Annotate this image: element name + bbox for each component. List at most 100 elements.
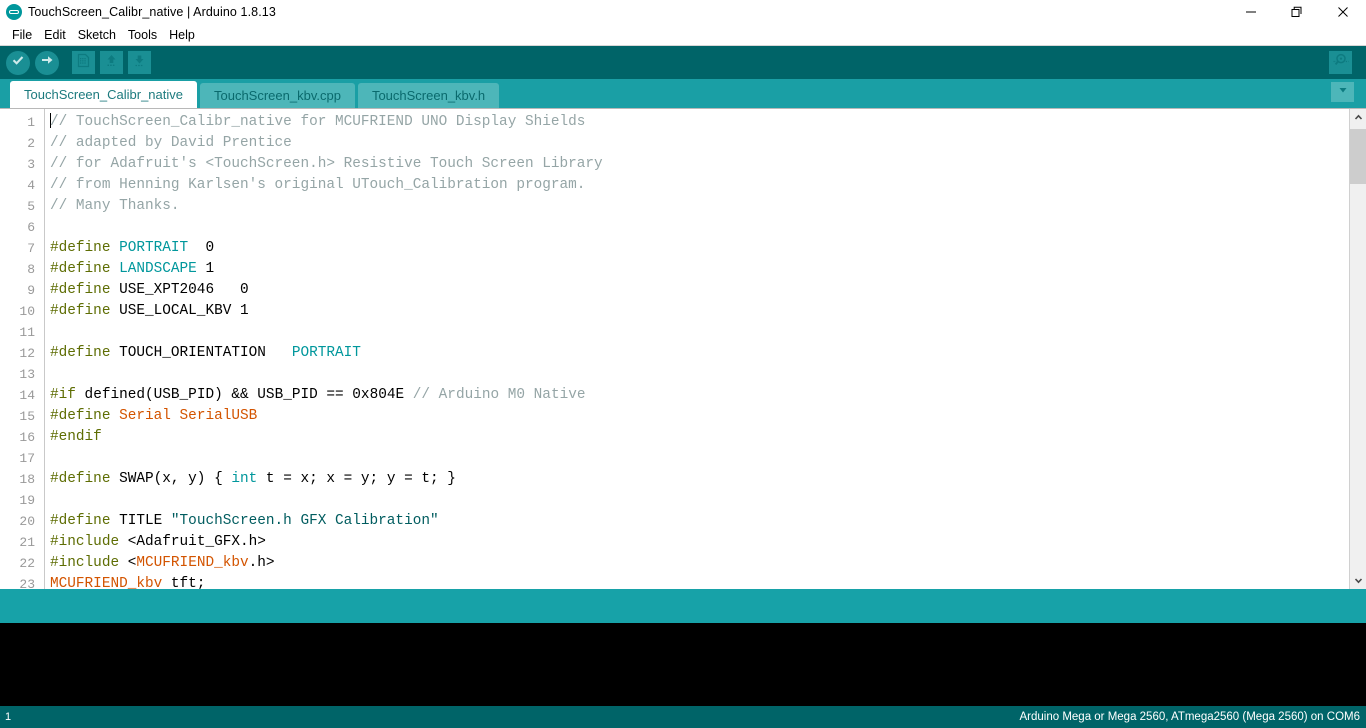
scroll-up-button[interactable] [1350, 109, 1366, 126]
arduino-ide-window: TouchScreen_Calibr_native | Arduino 1.8.… [0, 0, 1366, 728]
code-token: TOUCH_ORIENTATION [110, 345, 292, 361]
arrow-up-icon [104, 53, 119, 73]
chevron-down-icon [1337, 83, 1349, 101]
line-number: 18 [19, 472, 35, 487]
line-number: 14 [19, 388, 35, 403]
scroll-down-button[interactable] [1350, 572, 1366, 589]
code-line: // for Adafruit's <TouchScreen.h> Resist… [50, 154, 1349, 175]
title-bar: TouchScreen_Calibr_native | Arduino 1.8.… [0, 0, 1366, 24]
tab-label: TouchScreen_kbv.cpp [213, 88, 341, 103]
code-token: SWAP(x, y) { [110, 471, 232, 487]
code-line: #include <MCUFRIEND_kbv.h> [50, 553, 1349, 574]
line-number: 7 [27, 241, 35, 256]
check-icon [10, 52, 26, 73]
code-line: #define LANDSCAPE 1 [50, 259, 1349, 280]
code-line: #define Serial SerialUSB [50, 406, 1349, 427]
board-port-info: Arduino Mega or Mega 2560, ATmega2560 (M… [1019, 711, 1360, 723]
code-line: // Many Thanks. [50, 196, 1349, 217]
line-number: 10 [19, 304, 35, 319]
new-document-icon [76, 53, 91, 73]
minimize-icon[interactable] [1228, 0, 1274, 24]
code-token: 0 [188, 240, 215, 256]
open-button[interactable] [100, 51, 123, 74]
code-line: // from Henning Karlsen's original UTouc… [50, 175, 1349, 196]
line-number: 5 [27, 199, 35, 214]
line-number: 22 [19, 556, 35, 571]
arduino-logo-icon [6, 4, 22, 20]
chevron-up-icon [1354, 109, 1363, 127]
code-token: TITLE [110, 513, 171, 529]
code-token: USB_PID == [248, 387, 353, 403]
code-token: #define [50, 513, 111, 529]
code-line: #define SWAP(x, y) { int t = x; x = y; y… [50, 469, 1349, 490]
menu-item-sketch[interactable]: Sketch [72, 25, 122, 45]
line-number: 19 [19, 493, 35, 508]
code-line: #define USE_LOCAL_KBV 1 [50, 301, 1349, 322]
menu-item-help[interactable]: Help [163, 25, 201, 45]
line-number: 17 [19, 451, 35, 466]
menu-item-file[interactable]: File [6, 25, 38, 45]
code-line: #define TITLE "TouchScreen.h GFX Calibra… [50, 511, 1349, 532]
line-number: 1 [27, 115, 35, 130]
serial-monitor-button[interactable] [1329, 51, 1352, 74]
code-line: #define TOUCH_ORIENTATION PORTRAIT [50, 343, 1349, 364]
tab-menu-button[interactable] [1331, 82, 1354, 102]
code-token: // for Adafruit's <TouchScreen.h> Resist… [50, 156, 603, 172]
line-number: 11 [19, 325, 35, 340]
code-line: #define USE_XPT2046 0 [50, 280, 1349, 301]
code-token: MCUFRIEND_kbv [50, 576, 163, 589]
menu-item-edit[interactable]: Edit [38, 25, 72, 45]
line-number: 15 [19, 409, 35, 424]
verify-button[interactable] [6, 50, 30, 75]
editor-vertical-scrollbar[interactable] [1349, 109, 1366, 589]
code-token: 1 [196, 261, 215, 277]
code-token: #define [50, 303, 111, 319]
upload-button[interactable] [35, 50, 59, 75]
code-token: #include [50, 534, 120, 550]
code-line: #endif [50, 427, 1349, 448]
code-token: 0x804E [352, 387, 405, 403]
code-line: #include <Adafruit_GFX.h> [50, 532, 1349, 553]
tab-label: TouchScreen_kbv.h [371, 88, 486, 103]
editor-status-strip [0, 589, 1366, 623]
toolbar [0, 46, 1366, 79]
code-token: MCUFRIEND_kbv [136, 555, 249, 571]
line-number: 2 [27, 136, 35, 151]
code-token: tft; [162, 576, 206, 589]
window-controls [1228, 0, 1366, 24]
code-token: <Adafruit_GFX.h> [119, 534, 266, 550]
scrollbar-thumb[interactable] [1350, 129, 1366, 184]
console-output-panel[interactable] [0, 623, 1366, 706]
scrollbar-track[interactable] [1350, 126, 1366, 572]
code-token: Serial SerialUSB [119, 408, 258, 424]
arrow-down-icon [132, 53, 147, 73]
code-editor[interactable]: 1 2 3 4 5 6 7 8 9 10 11 12 13 14 15 16 17 18 19 20 21 22 23 //… [0, 108, 1366, 589]
tab-touchscreen-kbv-cpp[interactable]: TouchScreen_kbv.cpp [199, 83, 355, 108]
line-number: 4 [27, 178, 35, 193]
restore-icon[interactable] [1274, 0, 1320, 24]
code-line: // adapted by David Prentice [50, 133, 1349, 154]
tab-touchscreen-calibr-native[interactable]: TouchScreen_Calibr_native [10, 81, 197, 108]
code-token: t = x; x = y; y = t; } [257, 471, 456, 487]
code-token: // adapted by David Prentice [50, 135, 292, 151]
tab-touchscreen-kbv-h[interactable]: TouchScreen_kbv.h [357, 83, 500, 108]
save-button[interactable] [128, 51, 151, 74]
new-button[interactable] [72, 51, 95, 74]
menu-item-tools[interactable]: Tools [122, 25, 163, 45]
code-text-area[interactable]: // TouchScreen_Calibr_native for MCUFRIE… [45, 109, 1349, 589]
code-token: #if [50, 387, 76, 403]
tab-label: TouchScreen_Calibr_native [24, 87, 183, 102]
code-token: < [119, 555, 137, 571]
line-number: 20 [19, 514, 35, 529]
code-token: #define [50, 240, 111, 256]
code-token: // from Henning Karlsen's original UTouc… [50, 177, 586, 193]
close-icon[interactable] [1320, 0, 1366, 24]
code-token: PORTRAIT [119, 240, 189, 256]
